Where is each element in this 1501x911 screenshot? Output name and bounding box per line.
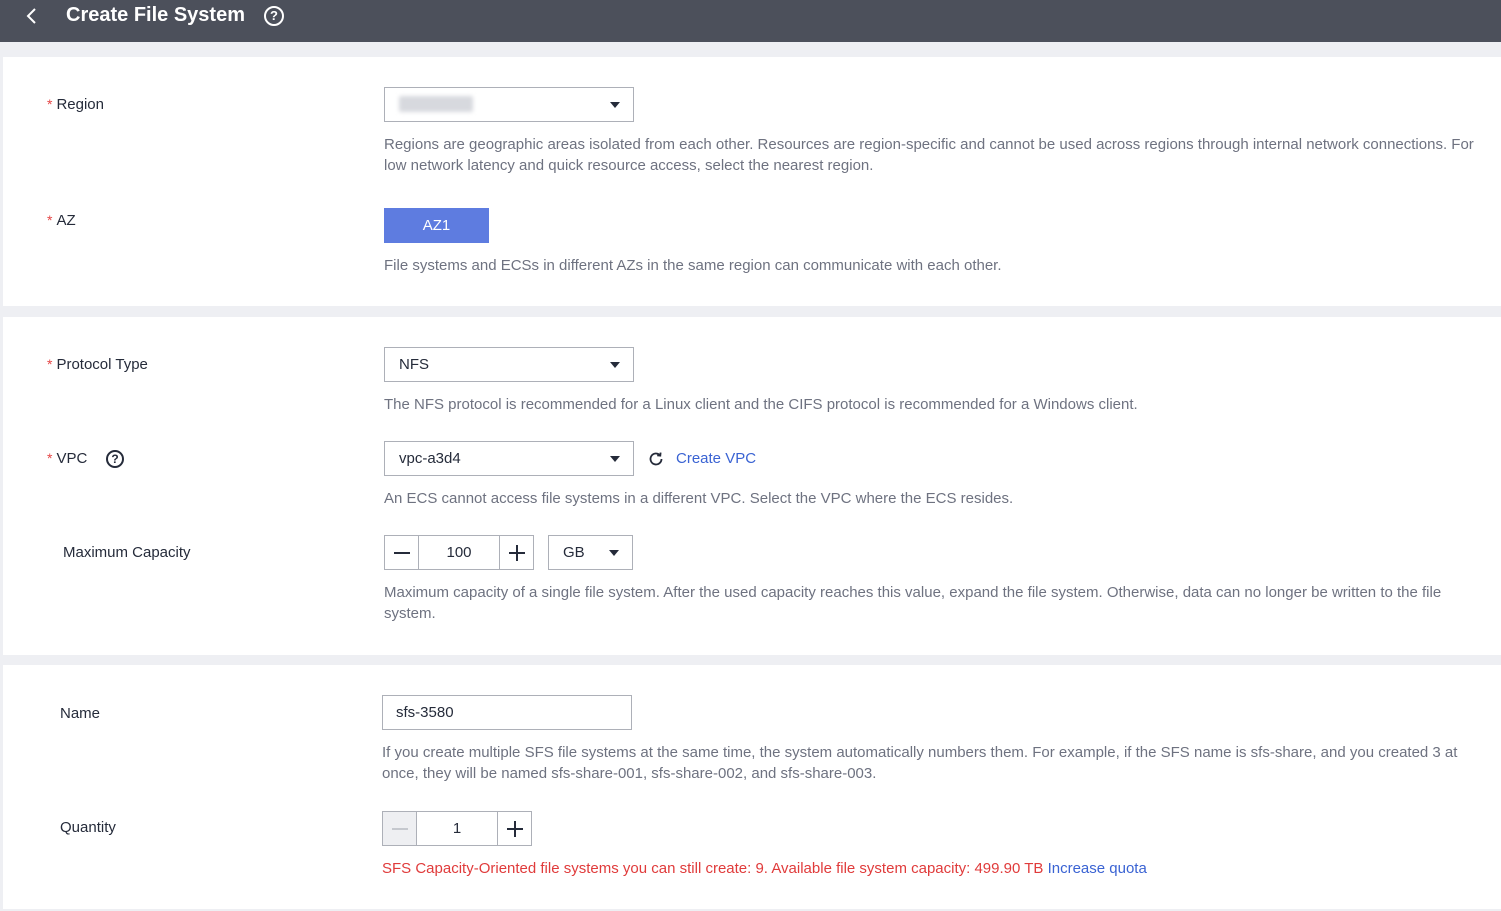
chevron-down-icon	[610, 362, 620, 368]
page-title: Create File System	[66, 4, 245, 26]
increase-capacity-button[interactable]	[499, 536, 533, 569]
chevron-down-icon	[610, 102, 620, 108]
region-label: * Region	[47, 96, 104, 113]
vpc-hint: An ECS cannot access file systems in a d…	[384, 490, 1014, 507]
vpc-help-icon[interactable]: ?	[106, 450, 124, 468]
decrease-quantity-button[interactable]	[383, 812, 417, 845]
region-value-redacted	[399, 96, 473, 112]
az-hint: File systems and ECSs in different AZs i…	[384, 257, 1002, 274]
name-label: Name	[60, 705, 101, 722]
required-mark: *	[47, 96, 53, 112]
chevron-down-icon	[609, 550, 619, 556]
create-vpc-link[interactable]: Create VPC	[676, 450, 756, 468]
decrease-capacity-button[interactable]	[385, 536, 419, 569]
protocol-type-select[interactable]: NFS	[384, 347, 634, 382]
quantity-stepper: 1	[382, 811, 532, 846]
chevron-down-icon	[610, 456, 620, 462]
maximum-capacity-label: Maximum Capacity	[63, 544, 191, 561]
capacity-unit-select[interactable]: GB	[548, 535, 633, 570]
region-hint: Regions are geographic areas isolated fr…	[384, 136, 1474, 174]
vpc-select[interactable]: vpc-a3d4	[384, 441, 634, 476]
increase-quota-link[interactable]: Increase quota	[1048, 860, 1147, 877]
minus-icon	[392, 828, 408, 830]
capacity-input[interactable]: 100	[419, 536, 499, 569]
protocol-vpc-section: * Protocol Type NFS The NFS protocol is r…	[3, 317, 1501, 655]
top-bar: Create File System ?	[0, 0, 1501, 42]
quantity-input[interactable]: 1	[417, 812, 497, 845]
capacity-hint: Maximum capacity of a single file system…	[384, 584, 1442, 622]
required-mark: *	[47, 212, 53, 228]
region-select[interactable]	[384, 87, 634, 122]
required-mark: *	[47, 450, 53, 466]
name-hint: If you create multiple SFS file systems …	[382, 744, 1458, 782]
protocol-hint: The NFS protocol is recommended for a Li…	[384, 396, 1138, 413]
vpc-label: * VPC	[47, 450, 88, 467]
region-az-section: * Region Regions are geographic areas iso…	[3, 57, 1501, 306]
help-icon[interactable]: ?	[264, 6, 284, 26]
required-mark: *	[47, 356, 53, 372]
quota-text: SFS Capacity-Oriented file systems you c…	[382, 860, 1044, 877]
protocol-type-label: * Protocol Type	[47, 356, 148, 373]
quantity-label: Quantity	[60, 819, 116, 836]
capacity-stepper: 100	[384, 535, 534, 570]
minus-icon	[394, 552, 410, 554]
az-label: * AZ	[47, 212, 76, 229]
az1-button[interactable]: AZ1	[384, 208, 489, 243]
name-input[interactable]: sfs-3580	[382, 695, 632, 730]
back-arrow-icon[interactable]	[22, 5, 42, 27]
name-quantity-section: Name sfs-3580 If you create multiple SFS…	[3, 665, 1501, 909]
quota-message: SFS Capacity-Oriented file systems you c…	[382, 858, 1147, 879]
refresh-icon[interactable]	[648, 451, 664, 467]
increase-quantity-button[interactable]	[497, 812, 531, 845]
